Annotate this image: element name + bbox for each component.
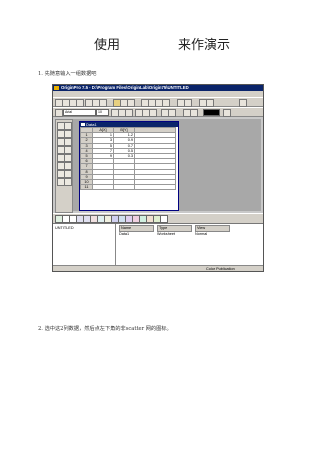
step-2-text: 2. 选中这2列数据，然后点左下角的非scatter 网的图标。 xyxy=(38,326,172,332)
standard-toolbar xyxy=(53,97,263,107)
list-item-name[interactable]: Data1 xyxy=(119,232,129,237)
curved-arrow-icon[interactable] xyxy=(64,154,72,162)
folder-tree: UNTITLED xyxy=(53,224,116,266)
data-reader-icon[interactable] xyxy=(64,130,72,138)
line-color-icon[interactable] xyxy=(190,109,198,117)
origin-screenshot: OriginPro 7.5 - D:\Program Files\OriginL… xyxy=(52,84,264,272)
row-number[interactable]: 11 xyxy=(80,184,93,191)
code-builder-icon[interactable] xyxy=(162,99,170,107)
greek-icon[interactable] xyxy=(149,109,157,117)
zoom-icon[interactable] xyxy=(184,99,192,107)
font-size-combo[interactable]: 10 xyxy=(96,109,109,116)
table-row: 11 xyxy=(80,184,176,191)
format-toolbar: Arial 10 xyxy=(53,107,263,117)
tree-root-folder[interactable]: UNTITLED xyxy=(55,226,74,230)
type-column-header[interactable]: Type xyxy=(157,225,192,232)
worksheet-titlebar: Data1 xyxy=(80,122,178,127)
cell-a[interactable] xyxy=(92,184,114,191)
explorer-list: Name Type View Data1 Worksheet Normal xyxy=(117,224,263,266)
list-item-view: Normal xyxy=(195,232,208,236)
heading-left: 使用 xyxy=(94,38,121,53)
worksheet-window[interactable]: Data1 A[X] B[Y] 1 1 1.2 2 3 0.9 3 5 0.7 4 7 0.5 … xyxy=(79,121,179,211)
text-tool-icon[interactable] xyxy=(64,146,72,154)
worksheet-grid: A[X] B[Y] 1 1 1.2 2 3 0.9 3 5 0.7 4 7 0.5 5 9 0.3 … xyxy=(80,126,176,191)
heading-right: 来作演示 xyxy=(178,38,231,53)
cell-empty xyxy=(134,184,176,191)
underline-icon[interactable] xyxy=(125,109,133,117)
freehand-tool-icon[interactable] xyxy=(64,178,72,186)
pointer-mode-icon[interactable] xyxy=(55,109,63,117)
mdi-workspace: Data1 A[X] B[Y] 1 1 1.2 2 3 0.9 3 5 0.7 4 7 0.5 … xyxy=(73,119,261,211)
font-combo[interactable]: Arial xyxy=(63,109,96,116)
project-explorer: UNTITLED Name Type View Data1 Worksheet … xyxy=(53,223,263,266)
decrease-font-icon[interactable] xyxy=(168,109,176,117)
worksheet-title: Data1 xyxy=(86,122,97,127)
line-width-icon[interactable] xyxy=(223,109,231,117)
app-icon xyxy=(54,86,59,90)
step-1-text: 1. 先随意输入一组数据吧 xyxy=(38,71,97,77)
stack-plot-icon[interactable] xyxy=(160,215,168,223)
mask-tool-icon[interactable] xyxy=(64,138,72,146)
cell-b[interactable] xyxy=(113,184,135,191)
worksheet-icon xyxy=(81,123,85,126)
window-controls xyxy=(244,86,262,99)
page-heading: 使用 来作演示 xyxy=(0,34,320,53)
print-icon[interactable] xyxy=(99,99,107,107)
name-column-header[interactable]: Name xyxy=(119,225,154,232)
help-icon[interactable] xyxy=(239,99,247,107)
polyline-tool-icon[interactable] xyxy=(64,162,72,170)
new-matrix-icon[interactable] xyxy=(76,99,84,107)
circle-tool-icon[interactable] xyxy=(64,170,72,178)
list-item-type: Worksheet xyxy=(157,232,176,236)
status-bar: Color Publication xyxy=(53,265,263,271)
tools-palette xyxy=(55,119,73,213)
status-text: Color Publication xyxy=(206,267,235,271)
layer-icon[interactable] xyxy=(206,99,214,107)
color-picker[interactable] xyxy=(203,109,220,116)
plot-toolbar xyxy=(53,213,263,223)
duplicate-icon[interactable] xyxy=(127,99,135,107)
zoom-tool-icon[interactable] xyxy=(64,122,72,130)
view-column-header[interactable]: View xyxy=(195,225,230,232)
